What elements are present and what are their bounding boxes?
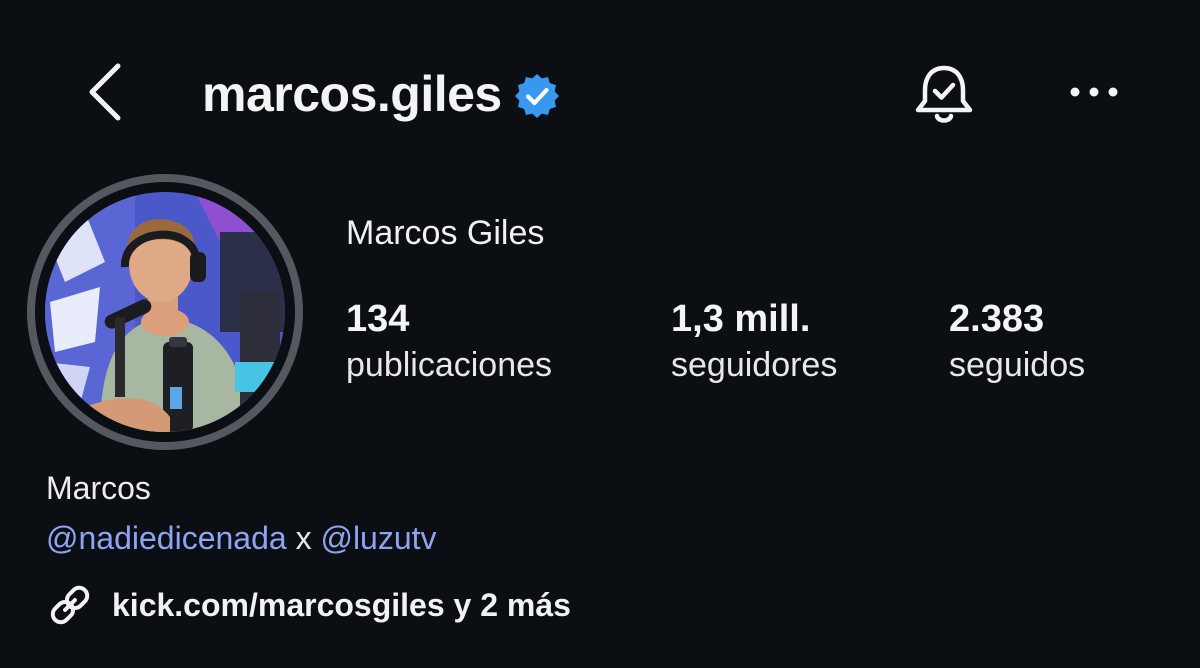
verified-badge-icon (514, 74, 559, 118)
posts-count-label: publicaciones (346, 346, 553, 384)
more-horizontal-icon (1070, 87, 1118, 97)
bell-check-icon (915, 65, 973, 123)
chevron-left-icon (89, 63, 121, 121)
mention-link-luzutv[interactable]: @luzutv (320, 520, 436, 556)
notifications-button[interactable] (910, 60, 978, 128)
followers-count-label: seguidores (671, 346, 838, 384)
following-count[interactable]: 2.383 seguidos (949, 296, 1085, 388)
bio-name: Marcos (46, 470, 151, 506)
followers-count-value: 1,3 mill. (671, 298, 811, 340)
posts-count[interactable]: 134 publicaciones (346, 296, 552, 388)
bio-separator: x (295, 520, 312, 556)
profile-header-title: marcos.giles (202, 62, 560, 126)
display-name: Marcos Giles (346, 214, 545, 252)
bio-external-link[interactable]: kick.com/marcosgiles y 2 más (46, 580, 571, 630)
followers-count[interactable]: 1,3 mill. seguidores (671, 296, 837, 388)
back-button[interactable] (78, 60, 138, 124)
more-options-button[interactable] (1062, 70, 1126, 114)
following-count-value: 2.383 (949, 298, 1045, 340)
profile-page: marcos.giles Marcos Giles 134 publicacio… (0, 0, 1200, 668)
avatar-photo (45, 192, 285, 432)
following-count-label: seguidos (949, 346, 1086, 384)
profile-avatar[interactable] (27, 174, 303, 450)
link-icon (50, 585, 90, 625)
username: marcos.giles (202, 66, 502, 122)
posts-count-value: 134 (346, 298, 410, 340)
bio-mentions: @nadiedicenada x @luzutv (46, 520, 437, 557)
link-text: kick.com/marcosgiles y 2 más (112, 586, 571, 623)
mention-link-nadiedicenada[interactable]: @nadiedicenada (46, 520, 287, 556)
